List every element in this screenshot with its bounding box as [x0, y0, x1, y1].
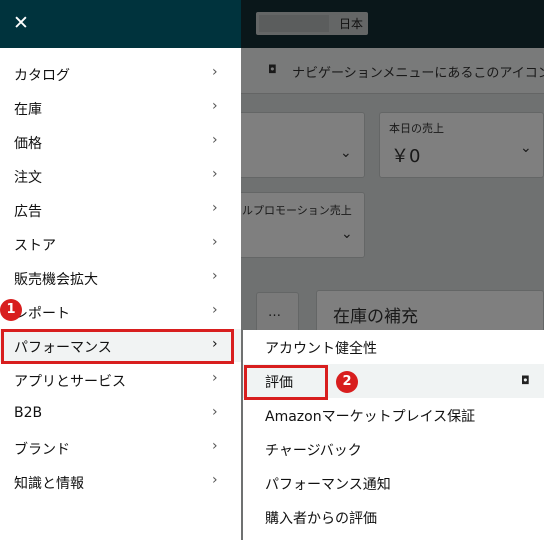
chevron-right-icon: ›: [212, 200, 218, 216]
menu-item-brands[interactable]: ブランド ›: [0, 431, 241, 464]
menu-item-label: カタログ: [14, 68, 70, 84]
menu-item-reports[interactable]: レポート ›: [0, 295, 241, 328]
submenu-item-label: Amazonマーケットプレイス保証: [265, 409, 476, 425]
step-badge-1: 1: [0, 299, 22, 321]
performance-submenu: アカウント健全性 評価 ◘ Amazonマーケットプレイス保証 チャージバック …: [243, 330, 544, 540]
menu-item-learn[interactable]: 知識と情報 ›: [0, 465, 241, 498]
menu-item-label: ブランド: [14, 442, 70, 458]
menu-item-stores[interactable]: ストア ›: [0, 227, 241, 260]
submenu-item-account-health[interactable]: アカウント健全性: [243, 330, 544, 364]
chevron-right-icon: ›: [212, 472, 218, 488]
submenu-item-label: アカウント健全性: [265, 341, 377, 357]
submenu-item-buyer-feedback[interactable]: 購入者からの評価: [243, 500, 544, 534]
navigation-drawer: ✕ カタログ › 在庫 › 価格 › 注文 › 広告 › ストア › 販売機会拡…: [0, 0, 241, 540]
highlight-box-feedback: [244, 365, 328, 400]
submenu-item-label: 購入者からの評価: [265, 511, 377, 527]
pin-icon[interactable]: ◘: [521, 374, 530, 387]
chevron-right-icon: ›: [212, 438, 218, 454]
menu-item-apps-services[interactable]: アプリとサービス ›: [0, 363, 241, 396]
menu-item-label: ストア: [14, 238, 56, 254]
submenu-item-label: チャージバック: [265, 443, 362, 459]
chevron-right-icon: ›: [212, 132, 218, 148]
highlight-box-performance: [1, 329, 234, 364]
menu-item-label: レポート: [14, 306, 70, 322]
chevron-right-icon: ›: [212, 370, 218, 386]
chevron-right-icon: ›: [212, 268, 218, 284]
menu-item-orders[interactable]: 注文 ›: [0, 159, 241, 192]
submenu-item-a-to-z-guarantee[interactable]: Amazonマーケットプレイス保証: [243, 398, 544, 432]
menu-item-growth[interactable]: 販売機会拡大 ›: [0, 261, 241, 294]
chevron-right-icon: ›: [212, 404, 218, 420]
menu-item-label: 広告: [14, 204, 42, 220]
submenu-item-performance-notifications[interactable]: パフォーマンス通知: [243, 466, 544, 500]
menu-item-label: B2B: [14, 405, 43, 421]
submenu-item-label: パフォーマンス通知: [265, 477, 391, 493]
menu-item-label: 注文: [14, 170, 42, 186]
chevron-right-icon: ›: [212, 166, 218, 182]
menu-item-inventory[interactable]: 在庫 ›: [0, 91, 241, 124]
chevron-right-icon: ›: [212, 234, 218, 250]
chevron-right-icon: ›: [212, 64, 218, 80]
submenu-item-chargebacks[interactable]: チャージバック: [243, 432, 544, 466]
menu-item-label: 価格: [14, 136, 42, 152]
chevron-right-icon: ›: [212, 98, 218, 114]
close-icon[interactable]: ✕: [13, 13, 31, 33]
menu-item-pricing[interactable]: 価格 ›: [0, 125, 241, 158]
menu-item-label: 知識と情報: [14, 476, 84, 492]
step-badge-2: 2: [336, 371, 358, 393]
menu-item-b2b[interactable]: B2B ›: [0, 397, 241, 430]
menu-item-label: 販売機会拡大: [14, 272, 98, 288]
menu-item-advertising[interactable]: 広告 ›: [0, 193, 241, 226]
menu-item-label: 在庫: [14, 102, 42, 118]
chevron-right-icon: ›: [212, 302, 218, 318]
drawer-header: ✕: [0, 0, 241, 48]
menu-item-catalog[interactable]: カタログ ›: [0, 57, 241, 90]
menu-item-label: アプリとサービス: [14, 374, 126, 390]
